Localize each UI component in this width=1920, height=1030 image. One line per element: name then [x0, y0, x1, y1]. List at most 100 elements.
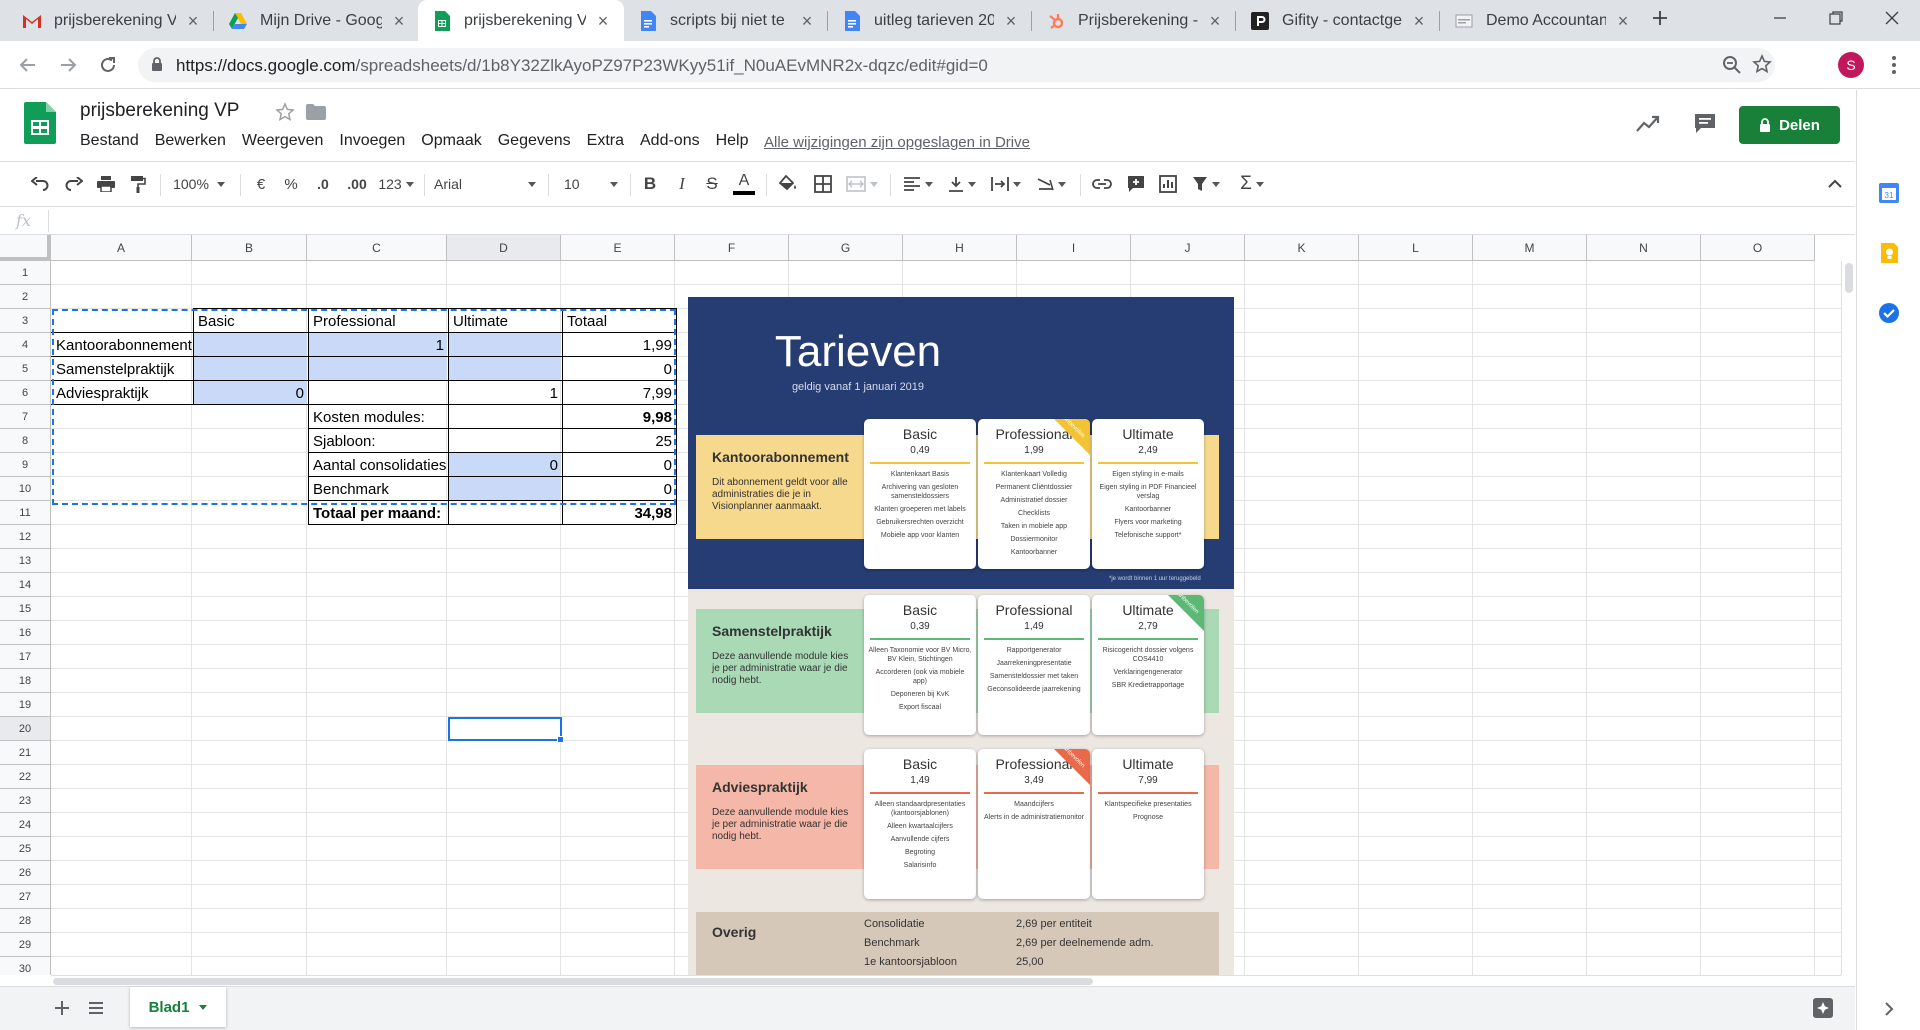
- row-header-8[interactable]: 8: [0, 429, 51, 453]
- increase-decimals-button[interactable]: .00: [342, 170, 372, 198]
- vertical-align-icon[interactable]: [942, 170, 982, 198]
- tariff-image[interactable]: Tarieven geldig vanaf 1 januari 2019 Kan…: [688, 297, 1234, 975]
- horizontal-scrollbar[interactable]: [51, 975, 1841, 986]
- chrome-profile-avatar[interactable]: S: [1838, 52, 1864, 78]
- vertical-scrollbar[interactable]: [1841, 261, 1855, 975]
- row-header-27[interactable]: 27: [0, 885, 51, 909]
- font-family-select[interactable]: Arial: [432, 170, 540, 198]
- browser-tab-hubspot[interactable]: Prijsberekening - ×: [1032, 0, 1236, 41]
- row-header-15[interactable]: 15: [0, 597, 51, 621]
- cell-C12[interactable]: Totaal per maand:: [309, 501, 448, 525]
- borders-icon[interactable]: [810, 170, 836, 198]
- cell-E8[interactable]: 25: [563, 429, 676, 453]
- menu-bestand[interactable]: Bestand: [72, 132, 147, 150]
- comments-icon[interactable]: [1693, 112, 1717, 134]
- cell-C4[interactable]: 1: [309, 333, 448, 357]
- paint-format-icon[interactable]: [124, 170, 152, 198]
- text-wrapping-icon[interactable]: [986, 170, 1026, 198]
- close-window-button[interactable]: [1864, 0, 1920, 36]
- row-header-6[interactable]: 6: [0, 381, 51, 405]
- merge-cells-icon[interactable]: [842, 170, 882, 198]
- close-icon[interactable]: ×: [1410, 12, 1428, 30]
- menu-extra[interactable]: Extra: [579, 132, 632, 150]
- horizontal-align-icon[interactable]: [898, 170, 938, 198]
- text-color-icon[interactable]: A: [730, 170, 758, 198]
- document-title[interactable]: prijsberekening VP: [80, 100, 239, 122]
- column-header-F[interactable]: F: [675, 235, 789, 261]
- italic-icon[interactable]: I: [670, 170, 694, 198]
- row-header-2[interactable]: 2: [0, 285, 51, 309]
- cell-E9[interactable]: 0: [563, 453, 676, 477]
- cell-C7[interactable]: Kosten modules:: [309, 405, 448, 429]
- cell-A4[interactable]: Kantoorabonnement: [52, 333, 193, 357]
- font-size-select[interactable]: 10: [556, 170, 622, 198]
- row-header-7[interactable]: 7: [0, 405, 51, 429]
- cell-A6[interactable]: Adviespraktijk: [52, 381, 193, 405]
- print-icon[interactable]: [92, 170, 120, 198]
- menu-help[interactable]: Help: [708, 132, 757, 150]
- new-tab-button[interactable]: [1640, 0, 1680, 36]
- row-header-24[interactable]: 24: [0, 813, 51, 837]
- column-header-K[interactable]: K: [1245, 235, 1359, 261]
- percent-format-button[interactable]: %: [280, 170, 302, 198]
- row-header-12[interactable]: 12: [0, 525, 51, 549]
- all-sheets-list-icon[interactable]: [88, 1001, 104, 1015]
- select-all-corner[interactable]: [0, 235, 51, 261]
- cell-A5[interactable]: Samenstelpraktijk: [52, 357, 193, 381]
- row-header-11[interactable]: 11: [0, 501, 51, 525]
- row-header-28[interactable]: 28: [0, 909, 51, 933]
- address-bar[interactable]: https://docs.google.com/spreadsheets/d/1…: [138, 48, 1775, 82]
- text-rotation-icon[interactable]: [1030, 170, 1072, 198]
- column-header-M[interactable]: M: [1473, 235, 1587, 261]
- insert-chart-icon[interactable]: [1154, 170, 1182, 198]
- close-icon[interactable]: ×: [1614, 12, 1632, 30]
- formula-input[interactable]: [56, 212, 1836, 230]
- row-header-21[interactable]: 21: [0, 741, 51, 765]
- calendar-icon[interactable]: 31: [1878, 182, 1900, 204]
- zoom-icon[interactable]: [1722, 55, 1742, 75]
- cell-E10[interactable]: 0: [563, 477, 676, 501]
- currency-format-button[interactable]: €: [250, 170, 272, 198]
- cell-E6[interactable]: 7,99: [563, 381, 676, 405]
- cell-B6[interactable]: 0: [194, 381, 308, 405]
- insert-comment-icon[interactable]: [1122, 170, 1150, 198]
- row-header-9[interactable]: 9: [0, 453, 51, 477]
- browser-tab-demo[interactable]: Demo Accountanc ×: [1440, 0, 1644, 41]
- cell-D3[interactable]: Ultimate: [449, 309, 562, 333]
- column-header-D[interactable]: D: [447, 235, 561, 261]
- column-header-A[interactable]: A: [51, 235, 192, 261]
- close-icon[interactable]: ×: [1206, 12, 1224, 30]
- menu-add-ons[interactable]: Add-ons: [632, 132, 708, 150]
- star-icon[interactable]: [275, 102, 295, 122]
- explore-icon[interactable]: [1812, 997, 1834, 1019]
- cell-E5[interactable]: 0: [563, 357, 676, 381]
- close-icon[interactable]: ×: [184, 12, 202, 30]
- chevron-down-icon[interactable]: [199, 1004, 208, 1010]
- browser-tab-gifity[interactable]: Gifity - contactgeg ×: [1236, 0, 1440, 41]
- undo-icon[interactable]: [26, 170, 54, 198]
- row-header-20[interactable]: 20: [0, 717, 51, 741]
- fill-handle[interactable]: [557, 736, 564, 743]
- fill-color-icon[interactable]: [774, 170, 802, 198]
- functions-icon[interactable]: Σ: [1232, 170, 1272, 198]
- forward-button[interactable]: [52, 49, 84, 81]
- column-header-G[interactable]: G: [789, 235, 903, 261]
- close-icon[interactable]: ×: [390, 12, 408, 30]
- column-header-O[interactable]: O: [1701, 235, 1815, 261]
- strikethrough-icon[interactable]: S: [700, 170, 724, 198]
- cell-E7[interactable]: 9,98: [563, 405, 676, 429]
- row-header-16[interactable]: 16: [0, 621, 51, 645]
- menu-invoegen[interactable]: Invoegen: [331, 132, 413, 150]
- row-header-13[interactable]: 13: [0, 549, 51, 573]
- share-button[interactable]: Delen: [1739, 106, 1840, 144]
- filter-icon[interactable]: [1186, 170, 1226, 198]
- save-status-link[interactable]: Alle wijzigingen zijn opgeslagen in Driv…: [764, 134, 1030, 151]
- chevron-right-icon[interactable]: [1878, 998, 1900, 1020]
- column-header-B[interactable]: B: [192, 235, 307, 261]
- close-icon[interactable]: ×: [798, 12, 816, 30]
- menu-weergeven[interactable]: Weergeven: [234, 132, 332, 150]
- row-header-14[interactable]: 14: [0, 573, 51, 597]
- row-header-18[interactable]: 18: [0, 669, 51, 693]
- restore-window-button[interactable]: [1808, 0, 1864, 36]
- browser-tab-docs-scripts[interactable]: scripts bij niet te b ×: [624, 0, 828, 41]
